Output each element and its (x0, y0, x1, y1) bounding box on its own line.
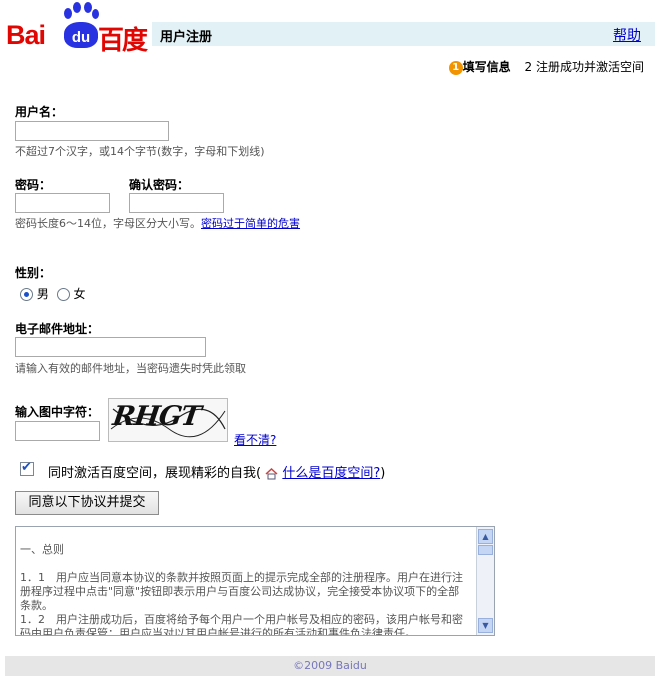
baidu-logo[interactable]: Bai du 百度 (6, 2, 148, 56)
username-hint: 不超过7个汉字，或14个字节(数字，字母和下划线) (15, 145, 265, 158)
step1-label: 填写信息 (462, 60, 511, 74)
scroll-thumb[interactable] (478, 545, 493, 555)
confirm-password-input[interactable] (129, 193, 224, 213)
gender-female-label: 女 (73, 287, 86, 301)
title-bar: 用户注册 帮助 (152, 22, 655, 46)
captcha-refresh-link[interactable]: 看不清? (234, 431, 276, 448)
activate-space-text: 同时激活百度空间，展现精彩的自我( (48, 466, 262, 481)
password-hint-text: 密码长度6～14位，字母区分大小写。 (15, 217, 201, 230)
username-input[interactable] (15, 121, 169, 141)
activate-space-row: 同时激活百度空间，展现精彩的自我( 什么是百度空间?) (48, 462, 385, 481)
step1-badge: 1 (448, 60, 463, 75)
email-label: 电子邮件地址： (15, 322, 100, 336)
agreement-p2: 1．2 用户注册成功后，百度将给予每个用户一个用户帐号及相应的密码，该用户帐号和… (20, 613, 463, 636)
captcha-input[interactable] (15, 421, 100, 441)
step-indicator: 1 填写信息 2 注册成功并激活空间 (448, 58, 644, 75)
confirm-password-label: 确认密码： (129, 178, 190, 192)
scroll-down-arrow-icon[interactable]: ▼ (478, 618, 493, 633)
logo-text-cn: 百度 (98, 26, 148, 56)
scroll-up-arrow-icon[interactable]: ▲ (478, 529, 493, 544)
email-hint: 请输入有效的邮件地址，当密码遗失时凭此领取 (15, 362, 246, 375)
agreement-textarea[interactable]: 一、总则 1．1 用户应当同意本协议的条款并按照页面上的提示完成全部的注册程序。… (15, 526, 495, 636)
what-is-space-link[interactable]: 什么是百度空间? (282, 466, 380, 481)
gender-female-radio[interactable] (56, 288, 70, 301)
gender-options: 男 女 (20, 285, 86, 302)
agree-submit-button[interactable]: 同意以下协议并提交 (15, 491, 159, 515)
gender-male-label: 男 (36, 287, 49, 301)
gender-label: 性别： (15, 266, 52, 280)
step2-number: 2 (524, 60, 533, 74)
captcha-label: 输入图中字符： (15, 405, 100, 419)
logo-text-bai: Bai (6, 20, 46, 50)
username-label: 用户名： (15, 105, 64, 119)
agreement-heading: 一、总则 (20, 543, 64, 556)
password-label: 密码： (15, 178, 52, 192)
step2-label: 注册成功并激活空间 (535, 60, 644, 74)
password-hint: 密码长度6～14位，字母区分大小写。密码过于简单的危害 (15, 215, 300, 231)
footer-copyright: ©2009 Baidu (5, 656, 655, 676)
agreement-scrollbar[interactable]: ▲ ▼ (476, 527, 494, 635)
page-title: 用户注册 (160, 30, 213, 45)
email-input[interactable] (15, 337, 206, 357)
agreement-p1: 1．1 用户应当同意本协议的条款并按照页面上的提示完成全部的注册程序。用户在进行… (20, 571, 463, 612)
help-link[interactable]: 帮助 (613, 25, 641, 45)
password-danger-link[interactable]: 密码过于简单的危害 (201, 217, 300, 230)
captcha-image: RHGT (108, 398, 228, 442)
activate-space-checkbox[interactable] (20, 460, 34, 476)
password-input[interactable] (15, 193, 110, 213)
activate-close-paren: ) (380, 466, 386, 481)
logo-text-du: du (71, 29, 91, 46)
captcha-glyphs: RHGT (110, 401, 203, 432)
gender-male-radio[interactable] (20, 288, 33, 301)
space-icon (265, 467, 278, 480)
